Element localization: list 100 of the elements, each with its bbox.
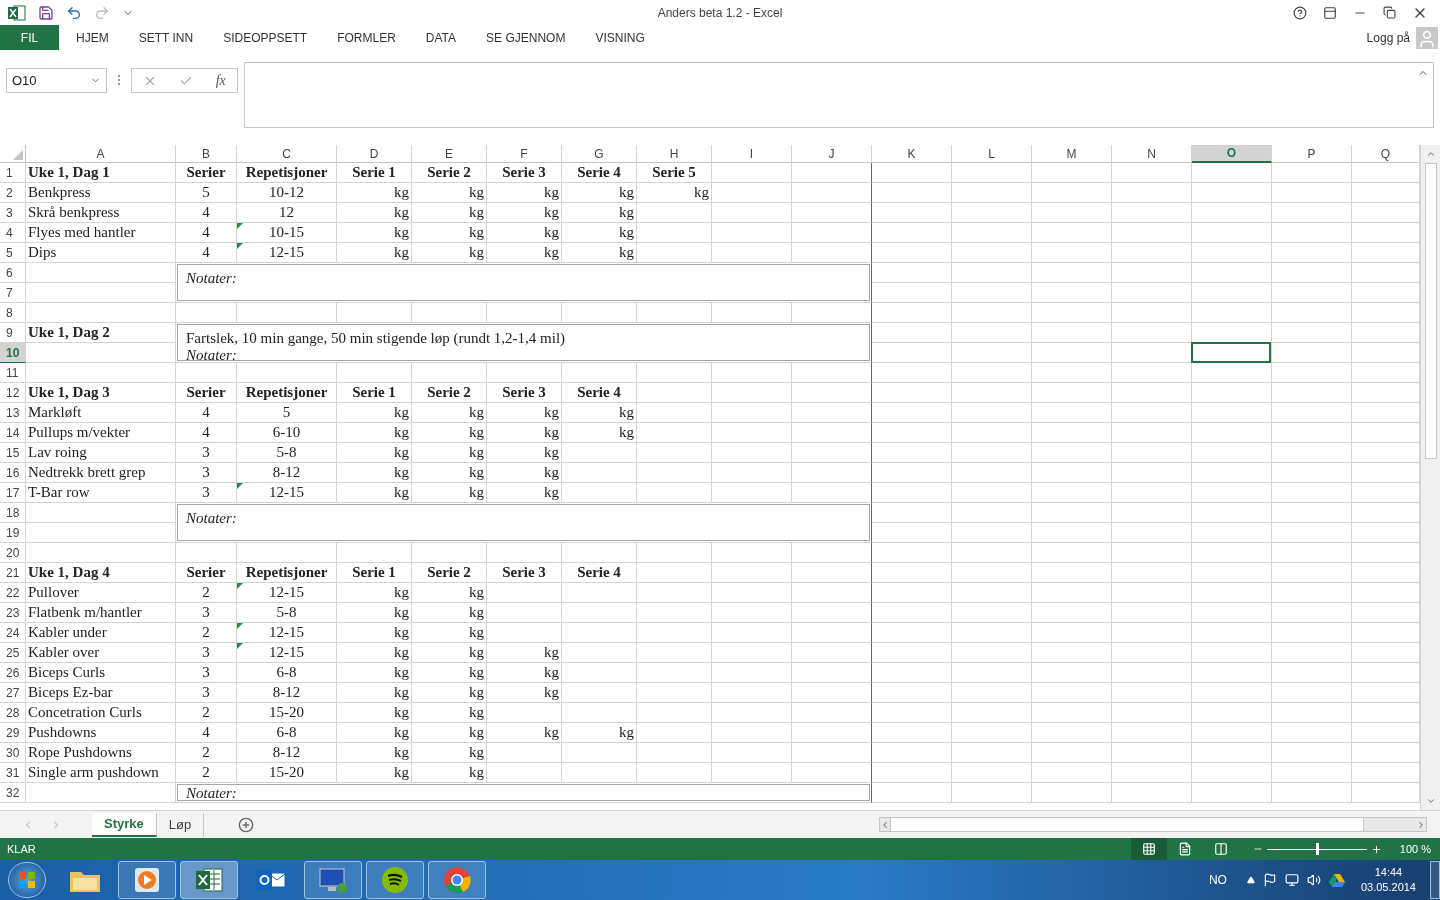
horizontal-scrollbar[interactable] bbox=[879, 817, 1427, 832]
row-number[interactable]: 24 bbox=[0, 623, 26, 643]
ribbon-tab[interactable]: VISNING bbox=[580, 25, 660, 50]
flag-icon[interactable] bbox=[1262, 873, 1277, 887]
undo-icon[interactable] bbox=[66, 4, 82, 21]
notes-text-box[interactable]: Notater: bbox=[177, 504, 870, 541]
row-number[interactable]: 25 bbox=[0, 643, 26, 663]
file-tab[interactable]: FIL bbox=[0, 25, 59, 50]
row-number[interactable]: 14 bbox=[0, 423, 26, 443]
row-number[interactable]: 19 bbox=[0, 523, 26, 543]
row-number[interactable]: 29 bbox=[0, 723, 26, 743]
vertical-scrollbar[interactable] bbox=[1420, 145, 1440, 810]
empty-cell[interactable] bbox=[792, 703, 872, 723]
column-header[interactable]: P bbox=[1272, 145, 1352, 163]
zoom-thumb[interactable] bbox=[1315, 843, 1319, 855]
empty-cell[interactable] bbox=[792, 363, 872, 383]
zoom-level[interactable]: 100 % bbox=[1399, 840, 1431, 858]
redo-icon[interactable] bbox=[94, 4, 110, 21]
help-icon[interactable] bbox=[1293, 5, 1307, 20]
empty-cell[interactable] bbox=[792, 163, 872, 183]
row-number[interactable]: 3 bbox=[0, 203, 26, 223]
scroll-up-icon[interactable] bbox=[1425, 149, 1436, 159]
show-desktop-button[interactable] bbox=[1430, 861, 1440, 899]
empty-cell[interactable] bbox=[792, 443, 872, 463]
volume-icon[interactable] bbox=[1306, 873, 1321, 887]
row-number[interactable]: 6 bbox=[0, 263, 26, 283]
language-indicator[interactable]: NO bbox=[1208, 871, 1227, 889]
add-sheet-icon[interactable] bbox=[238, 816, 255, 833]
row-number[interactable]: 1 bbox=[0, 163, 26, 183]
row-number[interactable]: 7 bbox=[0, 283, 26, 303]
column-header[interactable]: M bbox=[1032, 145, 1112, 163]
empty-cell[interactable] bbox=[792, 743, 872, 763]
row-number[interactable]: 31 bbox=[0, 763, 26, 783]
sheet-tab[interactable]: Løp bbox=[156, 812, 205, 837]
scroll-thumb[interactable] bbox=[1424, 163, 1437, 459]
column-header[interactable]: L bbox=[952, 145, 1032, 163]
notes-text-box[interactable]: Fartslek, 10 min gange, 50 min stigende løp (rundt 1,2-1,4 mil) Notater: bbox=[177, 324, 870, 361]
row-number[interactable]: 4 bbox=[0, 223, 26, 243]
column-header[interactable]: E bbox=[412, 145, 487, 163]
row-number[interactable]: 30 bbox=[0, 743, 26, 763]
column-header[interactable]: A bbox=[26, 145, 176, 163]
row-number[interactable]: 20 bbox=[0, 543, 26, 563]
row-number[interactable]: 28 bbox=[0, 703, 26, 723]
row-number[interactable]: 32 bbox=[0, 783, 26, 803]
column-header[interactable]: J bbox=[792, 145, 872, 163]
ribbon-tab[interactable]: FORMLER bbox=[322, 25, 411, 50]
formula-input[interactable] bbox=[244, 62, 1434, 128]
ribbon-tab[interactable]: SE GJENNOM bbox=[471, 25, 581, 50]
column-header[interactable]: F bbox=[487, 145, 562, 163]
column-header[interactable]: C bbox=[237, 145, 337, 163]
empty-cell[interactable] bbox=[792, 403, 872, 423]
column-header[interactable]: K bbox=[872, 145, 952, 163]
empty-cell[interactable] bbox=[792, 623, 872, 643]
scroll-right-icon[interactable] bbox=[1416, 819, 1426, 830]
empty-cell[interactable] bbox=[792, 463, 872, 483]
notes-text-box[interactable]: Notater: bbox=[177, 784, 870, 801]
row-number[interactable]: 5 bbox=[0, 243, 26, 263]
column-header[interactable]: D bbox=[337, 145, 412, 163]
empty-cell[interactable] bbox=[792, 683, 872, 703]
ribbon-display-icon[interactable] bbox=[1323, 5, 1337, 20]
row-number[interactable]: 16 bbox=[0, 463, 26, 483]
empty-cell[interactable] bbox=[792, 383, 872, 403]
save-icon[interactable] bbox=[38, 4, 54, 21]
scroll-down-icon[interactable] bbox=[1425, 796, 1436, 806]
row-number[interactable]: 27 bbox=[0, 683, 26, 703]
column-header[interactable]: H bbox=[637, 145, 712, 163]
empty-cell[interactable] bbox=[792, 223, 872, 243]
name-box[interactable]: O10 bbox=[6, 68, 107, 93]
sheet-tab[interactable]: Styrke bbox=[92, 812, 157, 837]
empty-cell[interactable] bbox=[792, 423, 872, 443]
empty-cell[interactable] bbox=[792, 603, 872, 623]
taskbar-button[interactable] bbox=[304, 861, 362, 899]
empty-cell[interactable] bbox=[792, 563, 872, 583]
notes-text-box[interactable]: Notater: bbox=[177, 264, 870, 301]
empty-cell[interactable] bbox=[792, 183, 872, 203]
empty-cell[interactable] bbox=[792, 583, 872, 603]
column-header[interactable]: G bbox=[562, 145, 637, 163]
row-number[interactable]: 8 bbox=[0, 303, 26, 323]
row-number[interactable]: 18 bbox=[0, 503, 26, 523]
empty-cell[interactable] bbox=[792, 643, 872, 663]
taskbar-button[interactable] bbox=[118, 861, 176, 899]
zoom-in-icon[interactable] bbox=[1370, 843, 1382, 855]
row-number[interactable]: 26 bbox=[0, 663, 26, 683]
triangle-logo-icon[interactable] bbox=[1328, 873, 1345, 887]
empty-cell[interactable] bbox=[792, 203, 872, 223]
empty-cell[interactable] bbox=[792, 663, 872, 683]
restore-icon[interactable] bbox=[1383, 6, 1396, 19]
empty-cell[interactable] bbox=[792, 723, 872, 743]
ribbon-tab[interactable]: HJEM bbox=[61, 25, 124, 50]
view-button[interactable] bbox=[1130, 838, 1167, 860]
network-icon[interactable] bbox=[1284, 873, 1299, 887]
row-number[interactable]: 22 bbox=[0, 583, 26, 603]
show-hidden-icon[interactable] bbox=[1246, 876, 1255, 884]
row-number[interactable]: 17 bbox=[0, 483, 26, 503]
scroll-thumb[interactable] bbox=[890, 818, 1364, 831]
ribbon-tab[interactable]: SETT INN bbox=[123, 25, 209, 50]
row-number[interactable]: 23 bbox=[0, 603, 26, 623]
scroll-left-icon[interactable] bbox=[880, 819, 890, 830]
sign-in-link[interactable]: Logg på bbox=[1366, 28, 1410, 47]
row-number[interactable]: 9 bbox=[0, 323, 26, 343]
